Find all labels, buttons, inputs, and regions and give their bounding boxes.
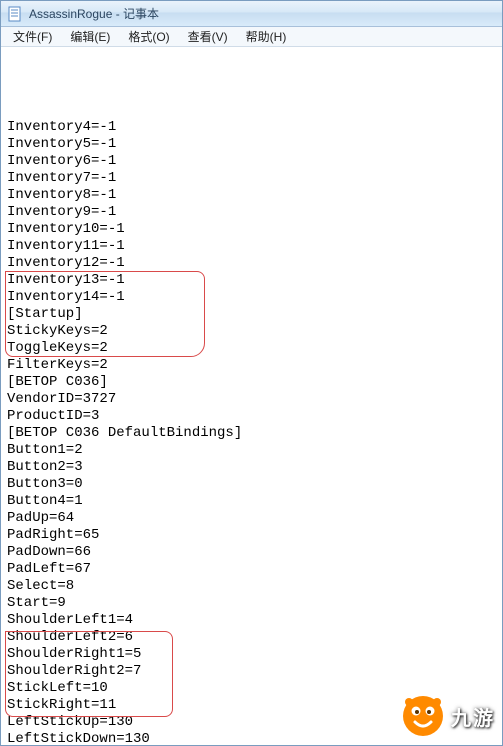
text-line: ToggleKeys=2 [7, 340, 496, 357]
menubar: 文件(F) 编辑(E) 格式(O) 查看(V) 帮助(H) [1, 27, 502, 47]
text-line: [BETOP C036 DefaultBindings] [7, 425, 496, 442]
text-line: Button2=3 [7, 459, 496, 476]
text-line: Inventory5=-1 [7, 136, 496, 153]
text-line: Button3=0 [7, 476, 496, 493]
text-line: Inventory9=-1 [7, 204, 496, 221]
notepad-icon [7, 6, 23, 22]
menu-format[interactable]: 格式(O) [120, 26, 177, 47]
text-line: PadUp=64 [7, 510, 496, 527]
text-area[interactable]: Inventory4=-1Inventory5=-1Inventory6=-1I… [1, 47, 502, 745]
text-line: StickyKeys=2 [7, 323, 496, 340]
menu-edit[interactable]: 编辑(E) [62, 26, 118, 47]
titlebar[interactable]: AssassinRogue - 记事本 [1, 1, 502, 27]
text-line: Button4=1 [7, 493, 496, 510]
text-line: StickLeft=10 [7, 680, 496, 697]
text-line: StickRight=11 [7, 697, 496, 714]
text-line: VendorID=3727 [7, 391, 496, 408]
text-line: Inventory6=-1 [7, 153, 496, 170]
text-line: PadDown=66 [7, 544, 496, 561]
text-line: ShoulderLeft2=6 [7, 629, 496, 646]
text-line: ProductID=3 [7, 408, 496, 425]
text-line: Inventory14=-1 [7, 289, 496, 306]
menu-file[interactable]: 文件(F) [5, 26, 60, 47]
text-line: Inventory12=-1 [7, 255, 496, 272]
text-line: [Startup] [7, 306, 496, 323]
text-line: Inventory4=-1 [7, 119, 496, 136]
text-line: FilterKeys=2 [7, 357, 496, 374]
text-line: PadLeft=67 [7, 561, 496, 578]
text-line: Inventory7=-1 [7, 170, 496, 187]
text-line: Inventory8=-1 [7, 187, 496, 204]
text-line: ShoulderRight2=7 [7, 663, 496, 680]
text-line: LeftStickUp=130 [7, 714, 496, 731]
text-line: [BETOP C036] [7, 374, 496, 391]
text-line: Select=8 [7, 578, 496, 595]
text-line: Inventory11=-1 [7, 238, 496, 255]
text-line: Button1=2 [7, 442, 496, 459]
text-line: Inventory10=-1 [7, 221, 496, 238]
text-line: LeftStickDown=130 [7, 731, 496, 745]
text-line: Start=9 [7, 595, 496, 612]
menu-help[interactable]: 帮助(H) [238, 26, 295, 47]
text-line: Inventory13=-1 [7, 272, 496, 289]
text-line: PadRight=65 [7, 527, 496, 544]
text-line: ShoulderRight1=5 [7, 646, 496, 663]
window-title: AssassinRogue - 记事本 [29, 5, 159, 22]
menu-view[interactable]: 查看(V) [180, 26, 236, 47]
text-line: ShoulderLeft1=4 [7, 612, 496, 629]
notepad-window: AssassinRogue - 记事本 文件(F) 编辑(E) 格式(O) 查看… [0, 0, 503, 746]
